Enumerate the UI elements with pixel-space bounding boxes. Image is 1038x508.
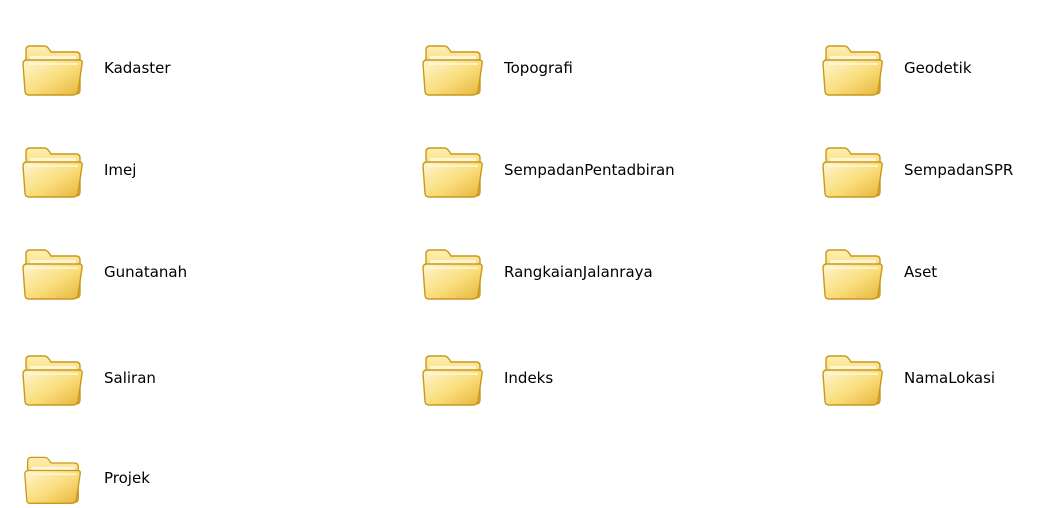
folder-item-saliran[interactable]: Saliran xyxy=(20,346,156,410)
folder-label: NamaLokasi xyxy=(904,369,996,387)
folder-label: Gunatanah xyxy=(104,263,188,281)
folder-icon xyxy=(420,36,484,100)
folder-icon xyxy=(820,240,884,304)
folder-label: Topografi xyxy=(504,59,573,77)
folder-label: Imej xyxy=(104,161,137,179)
folder-label: SempadanSPR xyxy=(904,161,1014,179)
folder-item-gunatanah[interactable]: Gunatanah xyxy=(20,240,187,304)
folder-item-namalokasi[interactable]: NamaLokasi xyxy=(820,346,995,410)
folder-icon xyxy=(420,240,484,304)
folder-icon xyxy=(420,346,484,410)
folder-icon xyxy=(420,138,484,202)
folder-item-sempadanspr[interactable]: SempadanSPR xyxy=(820,138,1013,202)
folder-icon xyxy=(20,36,84,100)
folder-label: SempadanPentadbiran xyxy=(504,161,675,179)
folder-item-aset[interactable]: Aset xyxy=(820,240,937,304)
folder-item-imej[interactable]: Imej xyxy=(20,138,136,202)
folder-icon xyxy=(20,138,84,202)
folder-icon xyxy=(20,346,84,410)
folder-label: Projek xyxy=(104,469,150,487)
folder-icon xyxy=(820,346,884,410)
folder-label: Aset xyxy=(904,263,938,281)
folder-icon xyxy=(820,138,884,202)
folder-label: RangkaianJalanraya xyxy=(504,263,653,281)
folder-label: Indeks xyxy=(504,369,554,387)
folder-label: Kadaster xyxy=(104,59,171,77)
folder-item-geodetik[interactable]: Geodetik xyxy=(820,36,972,100)
folder-item-topografi[interactable]: Topografi xyxy=(420,36,573,100)
folder-label: Saliran xyxy=(104,369,156,387)
folder-icon xyxy=(20,448,84,508)
folder-item-sempadanpentadbiran[interactable]: SempadanPentadbiran xyxy=(420,138,675,202)
folder-item-rangkaianjalanraya[interactable]: RangkaianJalanraya xyxy=(420,240,653,304)
folder-icon xyxy=(820,36,884,100)
folder-icon xyxy=(20,240,84,304)
folder-label: Geodetik xyxy=(904,59,972,77)
folder-item-indeks[interactable]: Indeks xyxy=(420,346,553,410)
folder-view: Kadaster Topografi Geodetik Imej Sempada… xyxy=(0,0,1038,508)
folder-item-kadaster[interactable]: Kadaster xyxy=(20,36,171,100)
folder-item-projek[interactable]: Projek xyxy=(20,448,150,508)
